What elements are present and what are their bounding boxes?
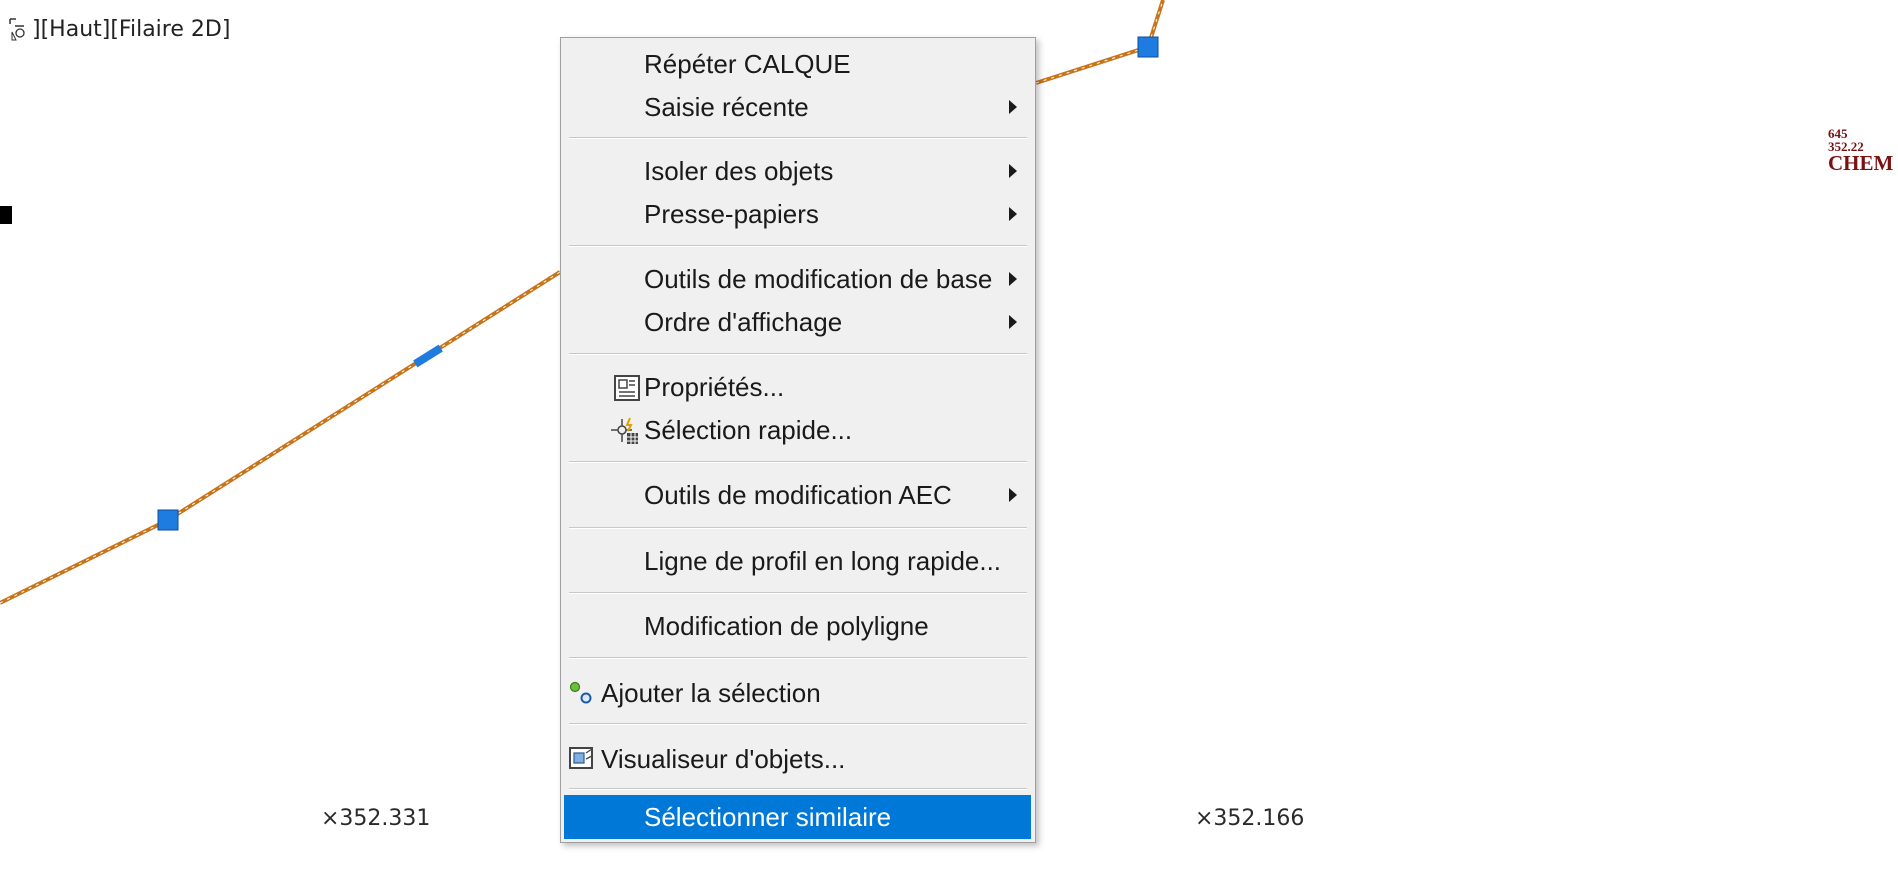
menu-separator: [569, 245, 1027, 247]
menu-separator: [569, 723, 1027, 725]
menu-item-object-viewer[interactable]: Visualiseur d'objets...: [561, 739, 1035, 779]
menu-separator: [569, 137, 1027, 139]
survey-code: CHEM: [1828, 151, 1894, 175]
menu-separator: [569, 461, 1027, 463]
context-menu: Répéter CALQUE Saisie récente Isoler des…: [560, 37, 1036, 843]
menu-item-select-similar[interactable]: Sélectionner similaire: [564, 795, 1031, 839]
menu-item-label: Visualiseur d'objets...: [601, 744, 846, 774]
menu-item-quick-select[interactable]: Sélection rapide...: [561, 410, 1035, 450]
point-label: ×352.331: [321, 806, 431, 831]
midpoint-grip[interactable]: [413, 344, 443, 368]
menu-item-repeat-layer[interactable]: Répéter CALQUE: [561, 44, 1035, 84]
menu-item-label: Presse-papiers: [644, 199, 819, 229]
viewport-controls[interactable]: ][Haut][Filaire 2D]: [8, 16, 230, 42]
object-viewer-icon: [569, 747, 593, 769]
menu-separator: [569, 353, 1027, 355]
menu-item-label: Saisie récente: [644, 92, 809, 122]
submenu-arrow-icon: [1009, 315, 1017, 329]
menu-item-label: Modification de polyligne: [644, 611, 929, 641]
quick-select-icon: [611, 417, 638, 444]
menu-item-label: Ordre d'affichage: [644, 307, 843, 337]
submenu-arrow-icon: [1009, 272, 1017, 286]
ucs-marker: [0, 206, 12, 224]
menu-separator: [569, 788, 1027, 790]
menu-item-recent-input[interactable]: Saisie récente: [561, 87, 1035, 127]
add-selected-icon: [569, 681, 592, 704]
menu-item-add-selected[interactable]: Ajouter la sélection: [561, 673, 1035, 713]
submenu-arrow-icon: [1009, 207, 1017, 221]
menu-item-label: Ajouter la sélection: [601, 678, 821, 708]
menu-item-label: Outils de modification AEC: [644, 480, 952, 510]
submenu-arrow-icon: [1009, 100, 1017, 114]
menu-item-isolate-objects[interactable]: Isoler des objets: [561, 151, 1035, 191]
menu-item-polyline-edit[interactable]: Modification de polyligne: [561, 606, 1035, 646]
menu-item-quick-profile[interactable]: Ligne de profil en long rapide...: [561, 541, 1035, 581]
submenu-arrow-icon: [1009, 164, 1017, 178]
menu-item-clipboard[interactable]: Presse-papiers: [561, 194, 1035, 234]
submenu-arrow-icon: [1009, 488, 1017, 502]
menu-item-aec-modify-tools[interactable]: Outils de modification AEC: [561, 475, 1035, 515]
vertex-grip[interactable]: [1137, 36, 1159, 58]
survey-point-label: 645 352.22 CHEM: [1828, 127, 1893, 174]
menu-separator: [569, 527, 1027, 529]
menu-item-properties[interactable]: Propriétés...: [561, 367, 1035, 407]
menu-item-basic-modify-tools[interactable]: Outils de modification de base: [561, 259, 1035, 299]
point-label: ×352.166: [1195, 806, 1305, 831]
menu-item-label: Outils de modification de base: [644, 264, 993, 294]
menu-item-draw-order[interactable]: Ordre d'affichage: [561, 302, 1035, 342]
menu-separator: [569, 592, 1027, 594]
viewport-label-text[interactable]: ][Haut][Filaire 2D]: [32, 17, 230, 42]
vertex-grip[interactable]: [157, 509, 179, 531]
menu-item-label: Sélectionner similaire: [644, 802, 892, 832]
properties-icon: [614, 375, 640, 401]
menu-item-label: Propriétés...: [644, 372, 785, 402]
menu-item-label: Sélection rapide...: [644, 415, 853, 445]
viewport-controls-icon[interactable]: [8, 16, 30, 42]
menu-item-label: Répéter CALQUE: [644, 49, 851, 79]
menu-item-label: Isoler des objets: [644, 156, 834, 186]
menu-separator: [569, 657, 1027, 659]
menu-item-label: Ligne de profil en long rapide...: [644, 546, 1002, 576]
